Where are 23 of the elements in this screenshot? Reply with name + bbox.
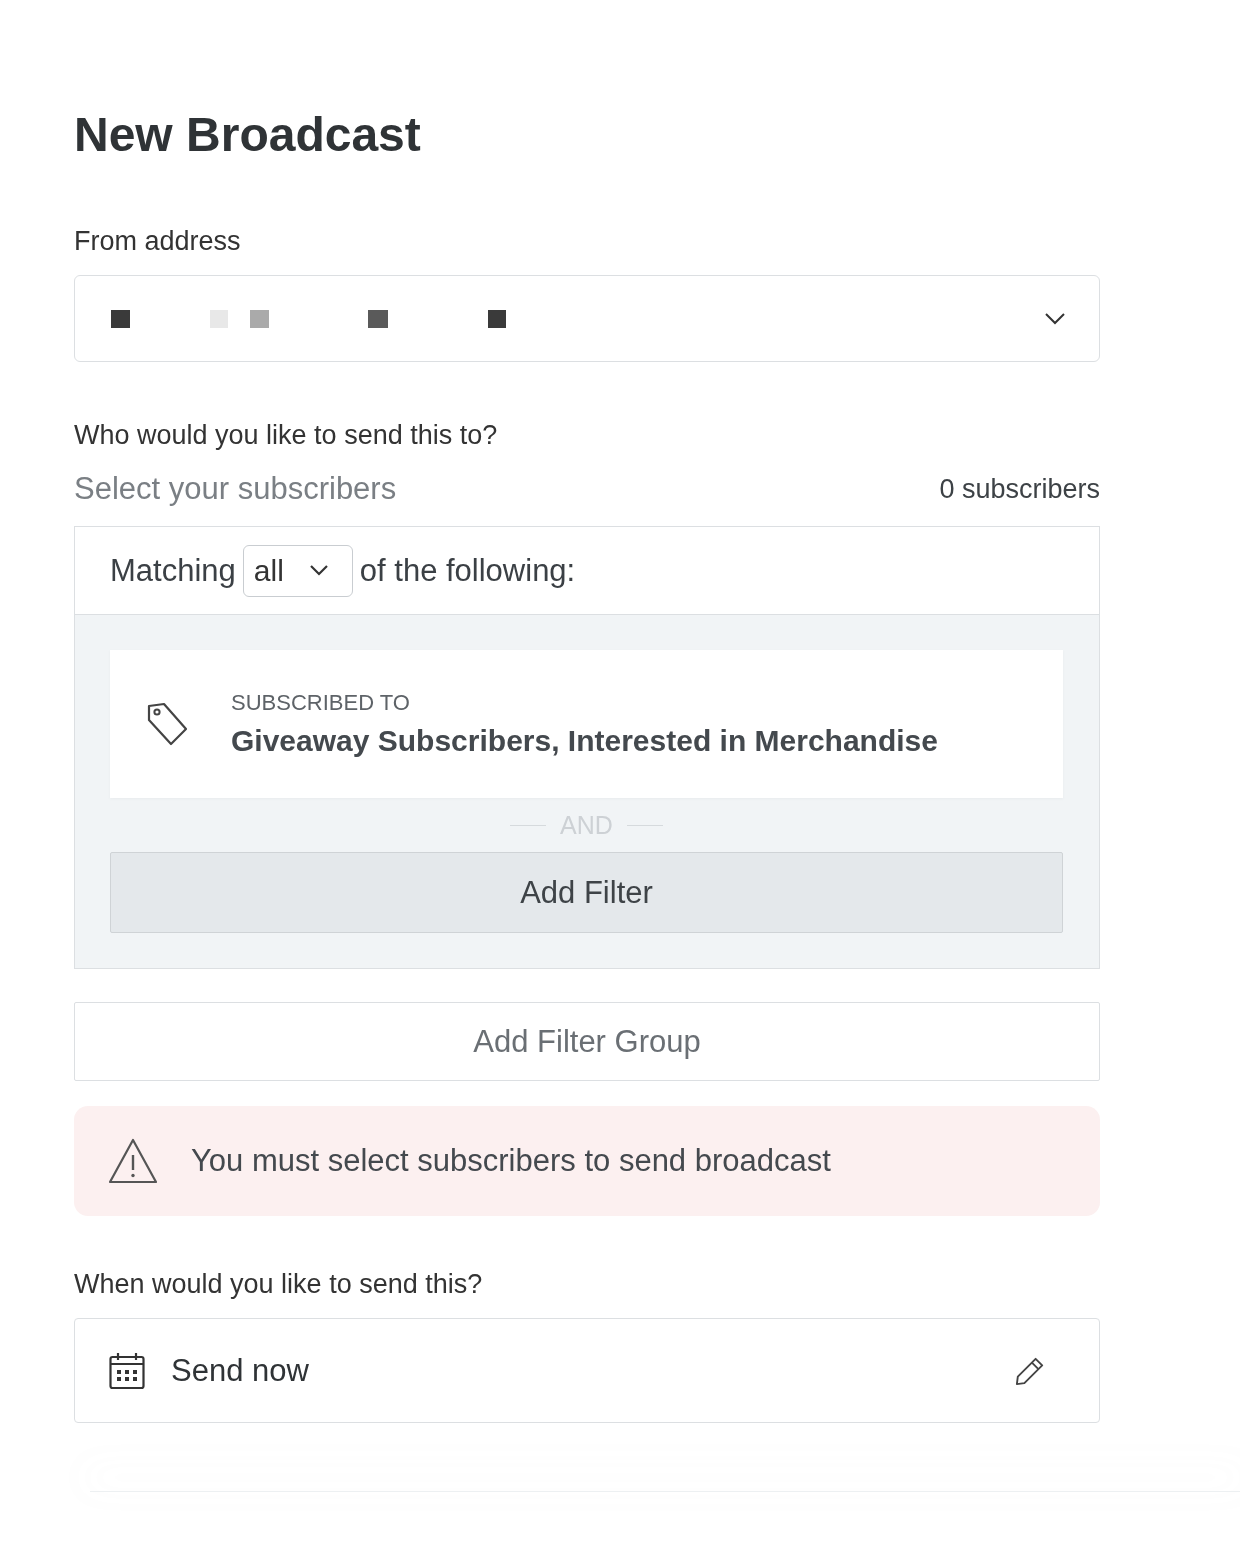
filter-heading: SUBSCRIBED TO (231, 689, 410, 717)
matching-label: Matching (110, 552, 236, 589)
section-subtitle: Select your subscribers (74, 471, 397, 507)
filter-card[interactable]: SUBSCRIBED TO Giveaway Subscribers, Interested in Merchandise (110, 650, 1063, 798)
field-label: Who would you like to send this to? (74, 420, 498, 450)
field-label: From address (74, 226, 241, 256)
field-label: When would you like to send this? (74, 1269, 483, 1299)
tag-icon (146, 701, 188, 747)
schedule-field[interactable]: Send now (74, 1318, 1100, 1423)
pencil-icon[interactable] (1015, 1355, 1045, 1386)
chevron-down-icon (309, 565, 328, 576)
match-mode-select[interactable]: all (242, 544, 353, 597)
matching-label: of the following: (359, 552, 576, 589)
subscriber-count: 0 subscribers (939, 473, 1100, 505)
calendar-icon (109, 1351, 145, 1390)
filter-value: Giveaway Subscribers, Interested in Merchandise (231, 723, 938, 759)
alert-message: You must select subscribers to send broadcast (191, 1143, 831, 1179)
add-filter-group-button[interactable]: Add Filter Group (74, 1002, 1100, 1081)
warning-icon (108, 1138, 158, 1184)
add-filter-button[interactable]: Add Filter (110, 852, 1063, 933)
page-title: New Broadcast (74, 107, 421, 163)
chevron-down-icon (1045, 312, 1065, 325)
schedule-value: Send now (171, 1352, 309, 1389)
